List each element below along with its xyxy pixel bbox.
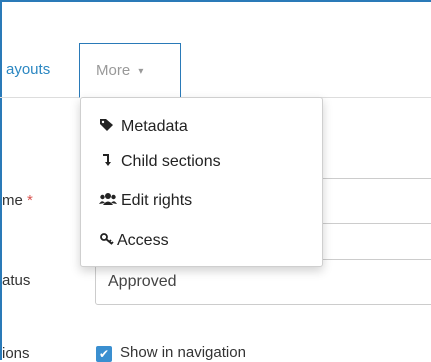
menu-item-edit-rights-label: Edit rights: [121, 192, 193, 209]
key-icon: [99, 222, 115, 260]
tab-bar: ayouts More ▾: [0, 43, 431, 98]
name-field-label: me *: [2, 192, 33, 209]
status-value: Approved: [108, 273, 177, 290]
status-label: atus: [2, 272, 31, 289]
tags-icon: [99, 108, 115, 146]
menu-item-edit-rights[interactable]: Edit rights: [81, 182, 322, 220]
child-arrow-icon: [99, 143, 115, 181]
checkmark-icon: ✔: [98, 347, 110, 361]
tab-layouts[interactable]: ayouts: [2, 43, 78, 97]
show-in-navigation-label[interactable]: Show in navigation: [120, 344, 246, 361]
options-label: ions: [2, 345, 30, 362]
more-dropdown-menu: Metadata Child sections Edit rights Acce…: [80, 97, 323, 267]
caret-down-icon: ▾: [138, 66, 144, 77]
menu-item-metadata[interactable]: Metadata: [81, 108, 322, 146]
menu-item-metadata-label: Metadata: [121, 118, 188, 135]
tab-layouts-label: ayouts: [6, 61, 51, 78]
users-icon: [99, 182, 117, 220]
tab-more-label: More: [96, 62, 131, 79]
name-label-text: me: [2, 192, 23, 209]
menu-item-child-sections-label: Child sections: [121, 153, 221, 170]
menu-item-access[interactable]: Access: [81, 222, 322, 260]
tab-more[interactable]: More ▾: [79, 43, 181, 98]
frame-top-border: [0, 0, 431, 2]
menu-item-access-label: Access: [117, 232, 169, 249]
menu-item-child-sections[interactable]: Child sections: [81, 143, 322, 181]
required-marker: *: [27, 192, 33, 209]
